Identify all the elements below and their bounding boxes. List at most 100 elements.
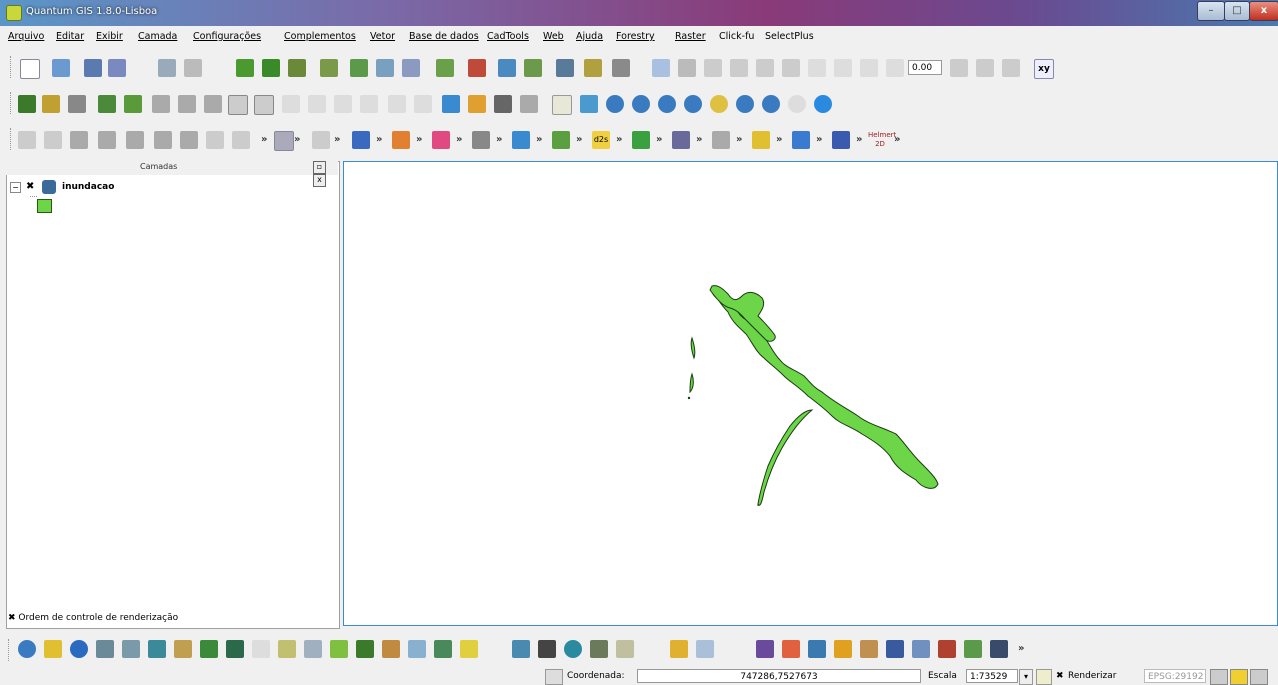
blue-leaf-icon[interactable] xyxy=(808,640,826,658)
add-wfs-icon[interactable] xyxy=(436,59,454,77)
layer-edit-icon[interactable] xyxy=(68,95,86,113)
menu-exibir[interactable]: Exibir xyxy=(96,31,123,42)
spatial-query-icon[interactable] xyxy=(832,131,850,149)
grass-tools2-icon[interactable] xyxy=(122,640,140,658)
projection-icon[interactable] xyxy=(1210,669,1228,685)
add-part-icon[interactable] xyxy=(1002,59,1020,77)
menu-configuracoes[interactable]: Configurações xyxy=(193,31,261,42)
bar-chart-icon[interactable] xyxy=(616,640,634,658)
toolbar-chevron[interactable]: » xyxy=(1018,643,1024,654)
add-spatialite-icon[interactable] xyxy=(320,59,338,77)
layer-deselect-icon[interactable] xyxy=(124,95,142,113)
folder-icon[interactable] xyxy=(860,640,878,658)
identify-icon[interactable] xyxy=(312,131,330,149)
menu-ajuda[interactable]: Ajuda xyxy=(576,31,603,42)
toolbar-chevron[interactable]: » xyxy=(894,134,900,145)
paste-features-icon[interactable] xyxy=(860,59,878,77)
toolbar-chevron[interactable]: » xyxy=(856,134,862,145)
render-order-checkbox[interactable]: ✖ Ordem de controle de renderização xyxy=(8,613,178,623)
refresh-icon[interactable] xyxy=(814,95,832,113)
gps-icon[interactable] xyxy=(392,131,410,149)
raster-calc-icon[interactable] xyxy=(472,131,490,149)
toolbar-grip[interactable] xyxy=(10,128,14,150)
osm-icon[interactable] xyxy=(672,131,690,149)
new-shapefile-icon[interactable] xyxy=(498,59,516,77)
new-project-icon[interactable] xyxy=(20,59,40,79)
toolbar-chevron[interactable]: » xyxy=(736,134,742,145)
network-icon[interactable] xyxy=(460,640,478,658)
toolbar-chevron[interactable]: » xyxy=(261,134,267,145)
xml-icon[interactable] xyxy=(912,640,930,658)
helmert-2d-icon[interactable]: Helmert 2D xyxy=(868,131,896,149)
collapse-icon[interactable]: − xyxy=(10,182,21,193)
new-spatialite-icon[interactable] xyxy=(524,59,542,77)
checkbox-icon[interactable]: ✖ xyxy=(8,613,16,623)
toolbar-grip[interactable] xyxy=(8,639,12,661)
compass-icon[interactable] xyxy=(564,640,582,658)
raster-info-icon[interactable] xyxy=(148,640,166,658)
toolbar-chevron[interactable]: » xyxy=(456,134,462,145)
maximize-button[interactable]: □ xyxy=(1224,1,1250,21)
remove-layer-icon[interactable] xyxy=(468,59,486,77)
menu-complementos[interactable]: Complementos xyxy=(284,31,356,42)
label-props-icon[interactable] xyxy=(468,95,486,113)
rotate-label-icon[interactable] xyxy=(886,59,904,77)
pan-to-selected-icon[interactable] xyxy=(580,95,598,113)
save-edits-icon[interactable] xyxy=(678,59,696,77)
photo-icon[interactable] xyxy=(382,640,400,658)
simplify-icon[interactable] xyxy=(950,59,968,77)
move-label-icon[interactable] xyxy=(414,95,432,113)
globe-icon[interactable] xyxy=(18,640,36,658)
move-feature-icon[interactable] xyxy=(730,59,748,77)
frame2-icon[interactable] xyxy=(254,95,274,115)
menu-base-de-dados[interactable]: Base de dados xyxy=(409,31,479,42)
menu-selectplus[interactable]: SelectPlus xyxy=(765,31,814,42)
rotate-label2-icon[interactable] xyxy=(442,95,460,113)
menu-raster[interactable]: Raster xyxy=(675,31,706,42)
toolbar-chevron[interactable]: » xyxy=(696,134,702,145)
zoom-layer-icon[interactable] xyxy=(710,95,728,113)
add-vector-layer-icon[interactable] xyxy=(236,59,254,77)
layer-select-icon[interactable] xyxy=(98,95,116,113)
water-drop-icon[interactable] xyxy=(512,131,530,149)
screenshot-icon[interactable] xyxy=(612,59,630,77)
print-icon[interactable] xyxy=(184,59,202,77)
statistics-icon[interactable] xyxy=(494,95,512,113)
float-panel-button[interactable]: ▫ xyxy=(313,161,326,174)
grid-red-icon[interactable] xyxy=(938,640,956,658)
r-console-icon[interactable] xyxy=(886,640,904,658)
toolbar-chevron[interactable]: » xyxy=(496,134,502,145)
binoculars-icon[interactable] xyxy=(538,640,556,658)
toolbar-chevron[interactable]: » xyxy=(334,134,340,145)
feather-icon[interactable] xyxy=(408,640,426,658)
scale-spinbox[interactable]: 0.00 xyxy=(908,60,942,75)
menu-click-fu[interactable]: Click-fu xyxy=(719,31,754,42)
pin-label-icon[interactable] xyxy=(308,95,326,113)
change-label-icon[interactable] xyxy=(360,95,378,113)
curve-tool-icon[interactable] xyxy=(278,640,296,658)
coordinate-field[interactable]: 747286,7527673 xyxy=(637,669,921,683)
zoom-last-icon[interactable] xyxy=(736,95,754,113)
yellow-plugin-icon[interactable] xyxy=(44,640,62,658)
offset-curve-icon[interactable] xyxy=(70,131,88,149)
split-icon[interactable] xyxy=(126,131,144,149)
green-plugin-icon[interactable] xyxy=(632,131,650,149)
undo-icon[interactable] xyxy=(18,131,36,149)
add-wcs-icon[interactable] xyxy=(402,59,420,77)
leaf-brush-icon[interactable] xyxy=(964,640,982,658)
user-icon[interactable] xyxy=(174,640,192,658)
digitize-icon[interactable] xyxy=(178,95,196,113)
zoom-in-icon[interactable] xyxy=(606,95,624,113)
pan-tool-icon[interactable] xyxy=(206,131,224,149)
blue-plugin-icon[interactable] xyxy=(792,131,810,149)
table-tool-icon[interactable] xyxy=(304,640,322,658)
dark-map-icon[interactable] xyxy=(226,640,244,658)
layer-star-icon[interactable] xyxy=(42,95,60,113)
copy-features-icon[interactable] xyxy=(834,59,852,77)
menu-vetor[interactable]: Vetor xyxy=(370,31,395,42)
toolbar-chevron[interactable]: » xyxy=(416,134,422,145)
digitizing-icon[interactable] xyxy=(712,131,730,149)
crs-field[interactable]: EPSG:29192 xyxy=(1144,669,1206,683)
toolbar-chevron[interactable]: » xyxy=(294,134,300,145)
frame-icon[interactable] xyxy=(228,95,248,115)
